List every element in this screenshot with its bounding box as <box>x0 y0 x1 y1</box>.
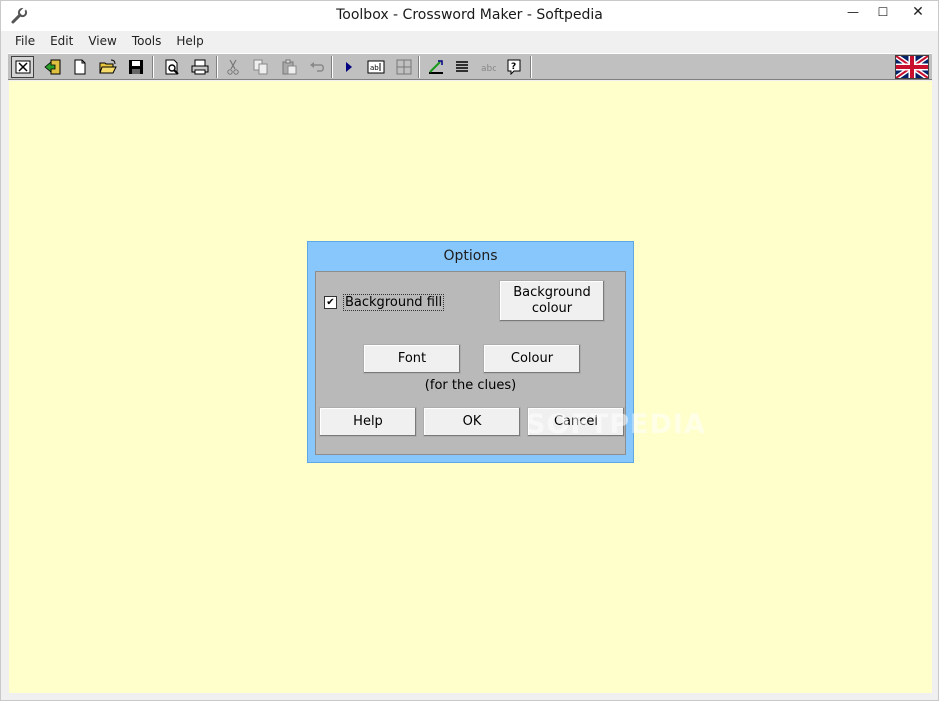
minimize-button[interactable]: — <box>838 1 868 23</box>
main-window: Toolbox - Crossword Maker - Softpedia — … <box>0 0 939 701</box>
title-bar: Toolbox - Crossword Maker - Softpedia — … <box>1 1 938 31</box>
toolbar: ab abc ? <box>8 53 932 81</box>
toolbar-separator <box>530 56 532 78</box>
menu-help[interactable]: Help <box>168 31 210 52</box>
toolbar-separator <box>418 56 420 78</box>
toolbar-separator <box>216 56 218 78</box>
print-icon[interactable] <box>188 56 211 78</box>
lines-icon[interactable] <box>450 56 473 78</box>
clues-note: (for the clues) <box>424 378 517 393</box>
help-button[interactable]: Help <box>319 407 417 437</box>
svg-text:?: ? <box>511 62 516 72</box>
window-title: Toolbox - Crossword Maker - Softpedia <box>336 7 603 23</box>
ruler-icon[interactable] <box>424 56 447 78</box>
colour-button[interactable]: Colour <box>483 344 581 374</box>
uk-flag-icon[interactable] <box>894 53 930 81</box>
abc-icon[interactable]: abc <box>476 56 499 78</box>
close-doc-icon[interactable] <box>11 56 34 78</box>
background-fill-option[interactable]: ✔ Background fill <box>324 294 445 311</box>
menu-file[interactable]: File <box>1 31 42 52</box>
svg-text:abc: abc <box>481 64 496 74</box>
new-file-icon[interactable] <box>68 56 91 78</box>
toolbar-separator <box>331 56 333 78</box>
print-preview-icon[interactable] <box>160 56 183 78</box>
text-box-icon[interactable]: ab <box>364 56 387 78</box>
font-button[interactable]: Font <box>363 344 461 374</box>
dialog-title: Options <box>443 248 498 264</box>
save-icon[interactable] <box>124 56 147 78</box>
play-icon[interactable] <box>337 56 360 78</box>
cut-icon[interactable] <box>221 56 244 78</box>
menu-edit[interactable]: Edit <box>42 31 80 52</box>
background-fill-checkbox[interactable]: ✔ <box>324 296 337 309</box>
menu-tools[interactable]: Tools <box>124 31 169 52</box>
undo-icon[interactable] <box>305 56 328 78</box>
background-fill-label: Background fill <box>343 294 445 311</box>
menu-view[interactable]: View <box>80 31 123 52</box>
background-colour-button[interactable]: Background colour <box>499 280 605 322</box>
grid-icon[interactable] <box>392 56 415 78</box>
paste-icon[interactable] <box>277 56 300 78</box>
copy-icon[interactable] <box>249 56 272 78</box>
ok-button[interactable]: OK <box>423 407 521 437</box>
maximize-button[interactable]: ☐ <box>868 1 898 23</box>
open-folder-icon[interactable] <box>96 56 119 78</box>
window-controls: — ☐ ✕ <box>838 1 938 25</box>
toolbar-separator <box>152 56 154 78</box>
exit-icon[interactable] <box>41 56 64 78</box>
watermark: SOFTPEDIA <box>526 409 706 440</box>
svg-text:ab: ab <box>370 64 379 72</box>
close-button[interactable]: ✕ <box>898 1 938 23</box>
menu-bar: File Edit View Tools Help <box>1 31 938 52</box>
help-icon[interactable]: ? <box>502 56 525 78</box>
